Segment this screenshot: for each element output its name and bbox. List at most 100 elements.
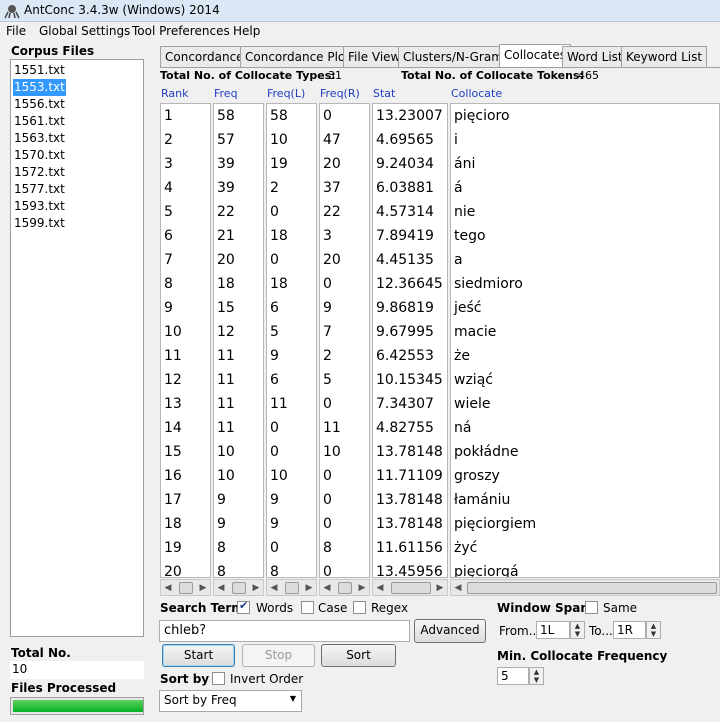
scroll-thumb[interactable] — [232, 582, 246, 594]
column-header-stat[interactable]: Stat — [373, 87, 395, 100]
table-cell[interactable]: 20 — [217, 248, 235, 272]
table-cell[interactable]: 2 — [164, 128, 173, 152]
table-cell[interactable]: 11 — [323, 416, 341, 440]
scroll-right-icon[interactable]: ▶ — [435, 582, 445, 594]
freq-r-column[interactable]: 0 47 20 37 22 3 20 0 9 7 2 5 0 11 10 0 0 0 8 0 — [319, 103, 370, 578]
table-cell[interactable]: 58 — [217, 104, 235, 128]
menu-help[interactable]: Help — [233, 24, 260, 38]
table-cell[interactable]: 3 — [323, 224, 332, 248]
corpus-file-item[interactable]: 1577.txt — [13, 181, 66, 198]
table-cell[interactable]: 4.45135 — [376, 248, 434, 272]
table-cell[interactable]: 9 — [270, 488, 279, 512]
table-cell[interactable]: siedmioro — [454, 272, 523, 296]
table-cell[interactable]: 19 — [164, 536, 182, 560]
table-cell[interactable]: 19 — [270, 152, 288, 176]
stop-button[interactable]: Stop — [242, 644, 315, 667]
table-cell[interactable]: 4.57314 — [376, 200, 434, 224]
table-cell[interactable]: 7.89419 — [376, 224, 434, 248]
table-cell[interactable]: 9 — [217, 488, 226, 512]
case-checkbox[interactable] — [301, 601, 314, 614]
corpus-file-item[interactable]: 1570.txt — [13, 147, 66, 164]
table-cell[interactable]: 14 — [164, 416, 182, 440]
table-cell[interactable]: wziąć — [454, 368, 493, 392]
scroll-thumb[interactable] — [391, 582, 431, 594]
table-cell[interactable]: 18 — [217, 272, 235, 296]
regex-checkbox[interactable] — [353, 601, 366, 614]
sort-by-select[interactable]: Sort by Freq ▼ — [159, 690, 302, 712]
table-cell[interactable]: 13.45956 — [376, 560, 443, 577]
table-cell[interactable]: pokłádne — [454, 440, 519, 464]
table-cell[interactable]: 10 — [270, 128, 288, 152]
table-cell[interactable]: tego — [454, 224, 486, 248]
table-cell[interactable]: 9.67995 — [376, 320, 434, 344]
collocate-column[interactable]: pięcioro i áni á nie tego a siedmioro jeść macie ż… — [450, 103, 720, 578]
column-header-freq-r[interactable]: Freq(R) — [320, 87, 360, 100]
words-checkbox[interactable] — [237, 599, 250, 614]
sort-button[interactable]: Sort — [321, 644, 396, 667]
table-cell[interactable]: 12 — [164, 368, 182, 392]
table-cell[interactable]: 6 — [164, 224, 173, 248]
rank-scrollbar[interactable]: ◀ ▶ — [160, 579, 211, 596]
table-cell[interactable]: 18 — [164, 512, 182, 536]
table-cell[interactable]: wiele — [454, 392, 490, 416]
table-cell[interactable]: 5 — [164, 200, 173, 224]
spin-up-icon[interactable]: ▲ — [530, 668, 543, 676]
scroll-left-icon[interactable]: ◀ — [322, 582, 332, 594]
scroll-left-icon[interactable]: ◀ — [163, 582, 173, 594]
table-cell[interactable]: 7 — [323, 320, 332, 344]
tab-clusters-ngrams[interactable]: Clusters/N-Grams — [398, 46, 515, 67]
freq-scrollbar[interactable]: ◀ ▶ — [213, 579, 264, 596]
table-cell[interactable]: 58 — [270, 104, 288, 128]
search-term-input[interactable]: chleb? — [159, 620, 410, 642]
table-cell[interactable]: 8 — [164, 272, 173, 296]
table-cell[interactable]: 13.78148 — [376, 488, 443, 512]
table-cell[interactable]: 39 — [217, 176, 235, 200]
freq-l-scrollbar[interactable]: ◀ ▶ — [266, 579, 317, 596]
table-cell[interactable]: 13 — [164, 392, 182, 416]
table-cell[interactable]: 17 — [164, 488, 182, 512]
table-cell[interactable]: 8 — [270, 560, 279, 577]
table-cell[interactable]: 3 — [164, 152, 173, 176]
table-cell[interactable]: nie — [454, 200, 475, 224]
table-cell[interactable]: łamániu — [454, 488, 510, 512]
to-input[interactable]: 1R — [613, 621, 646, 639]
table-cell[interactable]: 12 — [217, 320, 235, 344]
start-button[interactable]: Start — [162, 644, 235, 667]
table-cell[interactable]: 39 — [217, 152, 235, 176]
table-cell[interactable]: 10 — [217, 464, 235, 488]
table-cell[interactable]: 47 — [323, 128, 341, 152]
menu-tool-preferences[interactable]: Tool Preferences — [132, 24, 230, 38]
column-header-freq-l[interactable]: Freq(L) — [267, 87, 305, 100]
table-cell[interactable]: 6 — [270, 368, 279, 392]
tab-word-list[interactable]: Word List — [562, 46, 628, 67]
table-cell[interactable]: 0 — [323, 512, 332, 536]
rank-column[interactable]: 1 2 3 4 5 6 7 8 9 10 11 12 13 14 15 16 17 18 19 20 — [160, 103, 211, 578]
menu-global-settings[interactable]: Global Settings — [39, 24, 130, 38]
from-input[interactable]: 1L — [536, 621, 570, 639]
table-cell[interactable]: 18 — [270, 272, 288, 296]
table-cell[interactable]: 0 — [270, 416, 279, 440]
corpus-file-item[interactable]: 1599.txt — [13, 215, 66, 232]
scroll-thumb[interactable] — [179, 582, 193, 594]
table-cell[interactable]: 15 — [217, 296, 235, 320]
table-cell[interactable]: 5 — [270, 320, 279, 344]
table-cell[interactable]: 12.36645 — [376, 272, 443, 296]
table-cell[interactable]: 11.61156 — [376, 536, 443, 560]
table-cell[interactable]: 22 — [217, 200, 235, 224]
table-cell[interactable]: 20 — [164, 560, 182, 577]
menu-file[interactable]: File — [6, 24, 26, 38]
corpus-file-item[interactable]: 1553.txt — [13, 79, 66, 96]
tab-collocates[interactable]: Collocates — [499, 44, 572, 67]
table-cell[interactable]: a — [454, 248, 463, 272]
table-cell[interactable]: 0 — [270, 440, 279, 464]
advanced-button[interactable]: Advanced — [414, 619, 486, 643]
table-cell[interactable]: 9 — [270, 512, 279, 536]
scroll-right-icon[interactable]: ▶ — [251, 582, 261, 594]
table-cell[interactable]: 8 — [217, 560, 226, 577]
table-cell[interactable]: 9 — [164, 296, 173, 320]
table-cell[interactable]: á — [454, 176, 463, 200]
table-cell[interactable]: 0 — [323, 464, 332, 488]
table-cell[interactable]: 6.03881 — [376, 176, 434, 200]
table-cell[interactable]: ná — [454, 416, 471, 440]
corpus-file-item[interactable]: 1593.txt — [13, 198, 66, 215]
